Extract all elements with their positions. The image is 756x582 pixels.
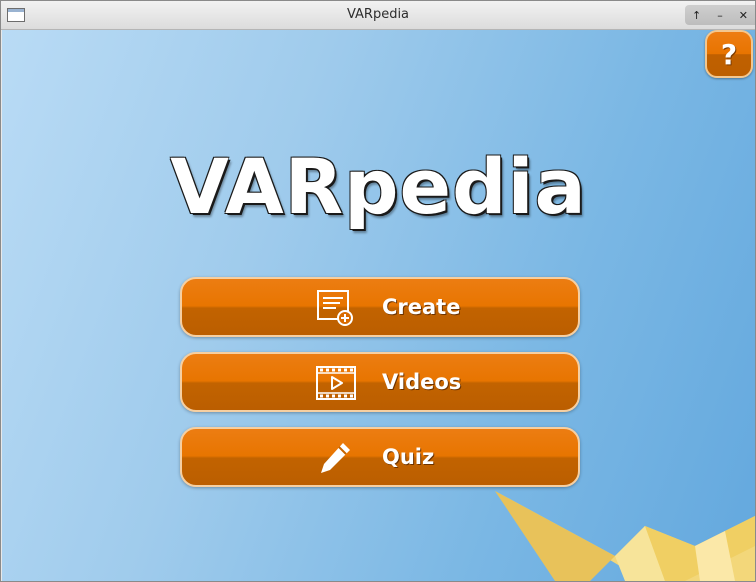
maximize-icon[interactable]: ↑ bbox=[688, 6, 706, 24]
close-icon[interactable]: ✕ bbox=[734, 6, 752, 24]
create-document-icon bbox=[316, 289, 356, 327]
create-button[interactable]: Create bbox=[180, 277, 580, 337]
window-title: VARpedia bbox=[346, 7, 410, 22]
minimize-icon[interactable]: – bbox=[711, 6, 729, 24]
help-button[interactable]: ? bbox=[705, 30, 753, 78]
video-film-icon bbox=[316, 364, 356, 402]
title-bar[interactable]: VARpedia ↑ – ✕ bbox=[1, 1, 755, 30]
create-label: Create bbox=[382, 295, 461, 319]
app-window: VARpedia ↑ – ✕ ? VARpedia Create Videos … bbox=[0, 0, 756, 582]
app-logo: VARpedia bbox=[170, 142, 587, 231]
main-content: ? VARpedia Create Videos Quiz bbox=[2, 30, 755, 581]
videos-label: Videos bbox=[382, 370, 462, 394]
videos-button[interactable]: Videos bbox=[180, 352, 580, 412]
window-controls: ↑ – ✕ bbox=[685, 5, 755, 25]
pencil-icon bbox=[316, 439, 356, 477]
paper-boat-illustration bbox=[495, 491, 755, 581]
help-icon: ? bbox=[720, 37, 738, 71]
quiz-button[interactable]: Quiz bbox=[180, 427, 580, 487]
quiz-label: Quiz bbox=[382, 445, 435, 469]
